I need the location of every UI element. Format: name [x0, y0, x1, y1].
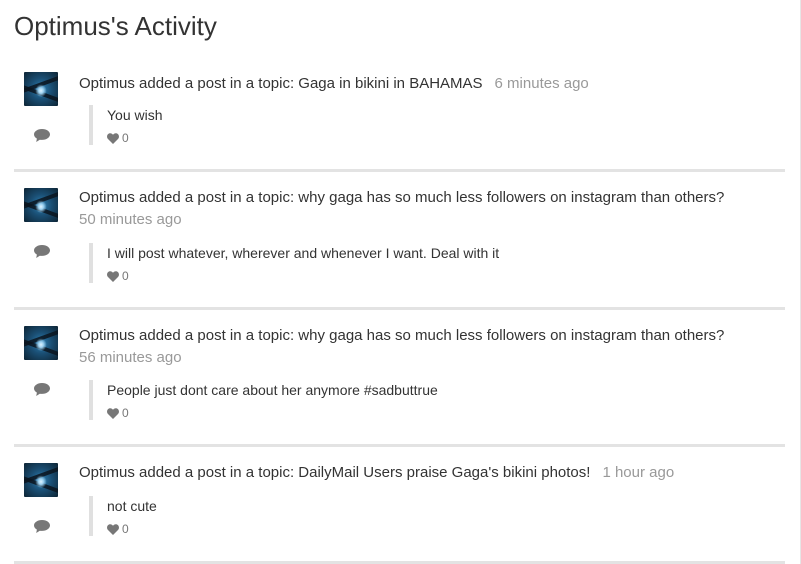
- comment-icon: [34, 383, 50, 396]
- avatar[interactable]: [24, 326, 58, 360]
- avatar[interactable]: [24, 188, 58, 222]
- post-text: People just dont care about her anymore …: [107, 382, 438, 398]
- like-count-value: 0: [122, 406, 129, 420]
- post-quote: People just dont care about her anymore …: [89, 380, 438, 420]
- avatar[interactable]: [24, 463, 58, 497]
- activity-summary: Optimus added a post in a topic: why gag…: [79, 325, 765, 369]
- activity-summary: Optimus added a post in a topic: Gaga in…: [79, 73, 765, 95]
- activity-feed: Optimus added a post in a topic: Gaga in…: [14, 62, 785, 564]
- timestamp: 50 minutes ago: [79, 211, 182, 228]
- activity-item: Optimus added a post in a topic: DailyMa…: [14, 447, 785, 564]
- page-title: Optimus's Activity: [14, 11, 217, 41]
- like-count[interactable]: 0: [107, 131, 163, 145]
- like-count[interactable]: 0: [107, 269, 499, 283]
- activity-summary-text[interactable]: Optimus added a post in a topic: DailyMa…: [79, 464, 590, 481]
- activity-summary-text[interactable]: Optimus added a post in a topic: why gag…: [79, 189, 724, 206]
- activity-summary-text[interactable]: Optimus added a post in a topic: Gaga in…: [79, 75, 483, 92]
- comment-icon: [34, 520, 50, 533]
- comment-icon: [34, 129, 50, 142]
- post-quote: not cute 0: [89, 496, 157, 536]
- activity-item: Optimus added a post in a topic: why gag…: [14, 310, 785, 447]
- activity-summary-text[interactable]: Optimus added a post in a topic: why gag…: [79, 327, 724, 344]
- like-count-value: 0: [122, 269, 129, 283]
- timestamp: 1 hour ago: [602, 464, 675, 481]
- post-quote: I will post whatever, wherever and whene…: [89, 243, 499, 283]
- post-text: You wish: [107, 107, 163, 123]
- heart-icon[interactable]: [107, 523, 119, 535]
- avatar[interactable]: [24, 72, 58, 106]
- activity-summary: Optimus added a post in a topic: DailyMa…: [79, 462, 765, 484]
- post-text: not cute: [107, 498, 157, 514]
- post-quote: You wish 0: [89, 105, 163, 145]
- post-text: I will post whatever, wherever and whene…: [107, 245, 500, 261]
- like-count[interactable]: 0: [107, 406, 438, 420]
- timestamp: 56 minutes ago: [79, 349, 182, 366]
- heart-icon[interactable]: [107, 407, 119, 419]
- like-count-value: 0: [122, 522, 129, 536]
- activity-item: Optimus added a post in a topic: why gag…: [14, 172, 785, 310]
- activity-summary: Optimus added a post in a topic: why gag…: [79, 187, 765, 231]
- heart-icon[interactable]: [107, 132, 119, 144]
- heart-icon[interactable]: [107, 270, 119, 282]
- activity-item: Optimus added a post in a topic: Gaga in…: [14, 62, 785, 172]
- timestamp: 6 minutes ago: [494, 75, 589, 92]
- like-count-value: 0: [122, 131, 129, 145]
- like-count[interactable]: 0: [107, 522, 157, 536]
- comment-icon: [34, 245, 50, 258]
